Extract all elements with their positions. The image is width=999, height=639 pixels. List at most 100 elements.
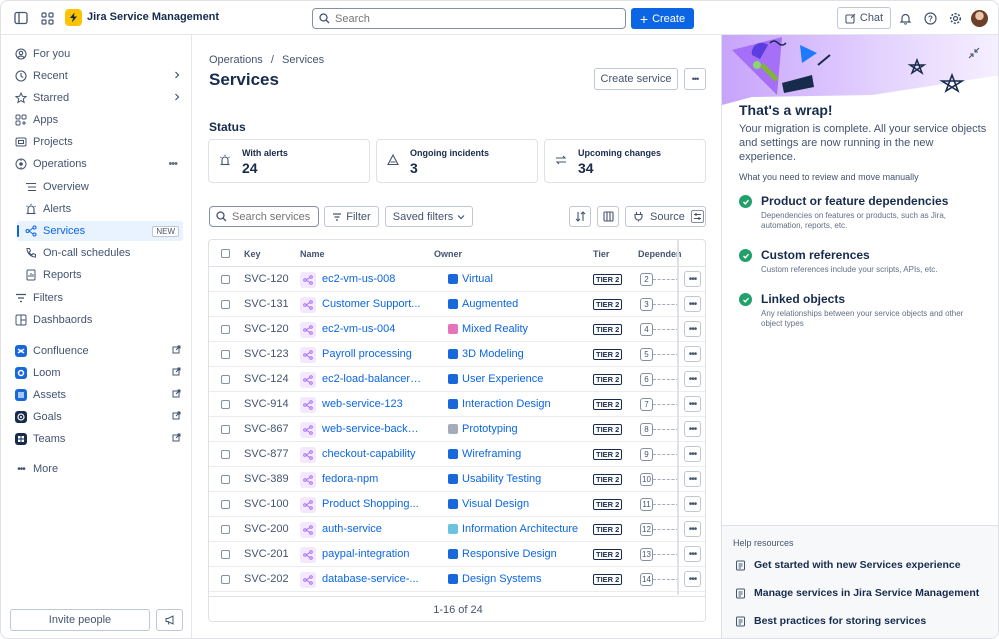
row-more-options-button[interactable]: •••: [684, 321, 701, 337]
service-name-link[interactable]: Payroll processing: [322, 348, 422, 360]
row-more-options-button[interactable]: •••: [684, 496, 701, 512]
saved-filters-dropdown[interactable]: Saved filters: [385, 206, 473, 227]
sidebar-item-services[interactable]: Services NEW: [17, 221, 183, 241]
notifications-bell-icon[interactable]: [896, 9, 914, 27]
invite-people-button[interactable]: Invite people: [10, 609, 150, 631]
service-owner[interactable]: Design Systems: [448, 573, 541, 585]
breadcrumb-operations[interactable]: Operations: [209, 54, 263, 66]
row-checkbox[interactable]: [221, 500, 230, 509]
help-link-get-started[interactable]: Get started with new Services experience: [735, 559, 961, 571]
service-name-link[interactable]: ec2-vm-us-004: [322, 323, 422, 335]
sidebar-app-loom[interactable]: Loom: [15, 363, 181, 383]
sidebar-item-operations[interactable]: Operations •••: [15, 154, 181, 174]
row-more-options-button[interactable]: •••: [684, 296, 701, 312]
row-checkbox[interactable]: [221, 475, 230, 484]
row-checkbox[interactable]: [221, 350, 230, 359]
sidebar-app-confluence[interactable]: Confluence: [15, 341, 181, 361]
sidebar-item-filters[interactable]: Filters: [15, 288, 181, 308]
sidebar-app-goals[interactable]: Goals: [15, 407, 181, 427]
table-row[interactable]: SVC-389 fedora-npm Usability Testing TIER 2…: [209, 467, 705, 492]
stat-card-incidents[interactable]: Ongoing incidents 3: [376, 139, 538, 183]
services-search-input[interactable]: [232, 210, 317, 223]
service-owner[interactable]: Interaction Design: [448, 398, 551, 410]
sidebar-item-alerts[interactable]: Alerts: [25, 199, 181, 219]
row-more-options-button[interactable]: •••: [684, 471, 701, 487]
help-icon[interactable]: ?: [921, 9, 939, 27]
table-row[interactable]: SVC-131 Customer Support... Augmented TIER …: [209, 292, 705, 317]
service-name-link[interactable]: ec2-load-balancer-...: [322, 373, 422, 385]
row-checkbox[interactable]: [221, 425, 230, 434]
filter-button[interactable]: Filter: [324, 206, 379, 227]
sidebar-item-starred[interactable]: Starred: [15, 88, 181, 108]
user-avatar[interactable]: [971, 10, 988, 27]
service-owner[interactable]: Visual Design: [448, 498, 529, 510]
table-row[interactable]: SVC-914 web-service-123 Interaction Design…: [209, 392, 705, 417]
columns-button[interactable]: [597, 206, 619, 227]
service-name-link[interactable]: Customer Support...: [322, 298, 422, 310]
row-checkbox[interactable]: [221, 375, 230, 384]
row-checkbox[interactable]: [221, 550, 230, 559]
sidebar-item-apps[interactable]: Apps: [15, 110, 181, 130]
help-link-best-practices[interactable]: Best practices for storing services: [735, 615, 926, 627]
row-checkbox[interactable]: [221, 325, 230, 334]
row-checkbox[interactable]: [221, 525, 230, 534]
service-owner[interactable]: Prototyping: [448, 423, 518, 435]
service-name-link[interactable]: auth-service: [322, 523, 422, 535]
sidebar-item-for-you[interactable]: For you: [15, 44, 181, 64]
service-owner[interactable]: Responsive Design: [448, 548, 557, 560]
row-more-options-button[interactable]: •••: [684, 346, 701, 362]
row-more-options-button[interactable]: •••: [684, 571, 701, 587]
app-switcher-icon[interactable]: [38, 9, 56, 27]
table-row[interactable]: SVC-201 paypal-integration Responsive Desi…: [209, 542, 705, 567]
table-row[interactable]: SVC-200 auth-service Information Architect…: [209, 517, 705, 542]
table-row[interactable]: SVC-867 web-service-backu... Prototyping TI…: [209, 417, 705, 442]
product-name[interactable]: Jira Service Management: [87, 11, 219, 23]
service-name-link[interactable]: web-service-123: [322, 398, 422, 410]
sidebar-item-reports[interactable]: Reports: [25, 265, 181, 285]
service-owner[interactable]: Virtual: [448, 273, 493, 285]
service-name-link[interactable]: database-service-...: [322, 573, 422, 585]
jira-service-management-logo-icon[interactable]: [65, 9, 82, 26]
create-button[interactable]: + Create: [631, 8, 694, 29]
service-owner[interactable]: Information Architecture: [448, 523, 578, 535]
global-search[interactable]: [312, 8, 626, 29]
service-owner[interactable]: Mixed Reality: [448, 323, 528, 335]
sort-button[interactable]: [569, 206, 591, 227]
sidebar-item-overview[interactable]: Overview: [25, 177, 181, 197]
column-header-owner[interactable]: Owner: [434, 249, 462, 259]
row-more-options-button[interactable]: •••: [684, 446, 701, 462]
sidebar-app-teams[interactable]: Teams: [15, 429, 181, 449]
column-header-tier[interactable]: Tier: [593, 249, 609, 259]
stat-card-alerts[interactable]: With alerts 24: [208, 139, 370, 183]
create-service-button[interactable]: Create service: [594, 68, 678, 90]
service-name-link[interactable]: fedora-npm: [322, 473, 422, 485]
table-row[interactable]: SVC-123 Payroll processing 3D Modeling TIER…: [209, 342, 705, 367]
help-link-manage-services[interactable]: Manage services in Jira Service Manageme…: [735, 587, 979, 599]
sidebar-item-dashboards[interactable]: Dashbaords: [15, 310, 181, 330]
row-checkbox[interactable]: [221, 575, 230, 584]
table-row[interactable]: SVC-877 checkout-capability Wireframing TIE…: [209, 442, 705, 467]
sidebar-item-projects[interactable]: Projects: [15, 132, 181, 152]
stat-card-changes[interactable]: Upcoming changes 34: [544, 139, 706, 183]
table-row[interactable]: SVC-120 ec2-vm-us-004 Mixed Reality TIER 2 4…: [209, 317, 705, 342]
row-more-options-button[interactable]: •••: [684, 271, 701, 287]
sidebar-item-more[interactable]: ••• More: [15, 459, 181, 479]
settings-gear-icon[interactable]: [946, 9, 964, 27]
sidebar-app-assets[interactable]: Assets: [15, 385, 181, 405]
column-header-name[interactable]: Name: [300, 249, 325, 259]
chat-button[interactable]: Chat: [837, 7, 891, 29]
table-row[interactable]: SVC-124 ec2-load-balancer-... User Experie…: [209, 367, 705, 392]
service-name-link[interactable]: paypal-integration: [322, 548, 422, 560]
search-input[interactable]: [335, 12, 615, 25]
service-owner[interactable]: Usability Testing: [448, 473, 541, 485]
service-name-link[interactable]: ec2-vm-us-008: [322, 273, 422, 285]
table-row[interactable]: SVC-100 Product Shopping... Visual Design T…: [209, 492, 705, 517]
row-checkbox[interactable]: [221, 300, 230, 309]
select-all-checkbox[interactable]: [221, 249, 230, 258]
feedback-megaphone-button[interactable]: [156, 609, 183, 631]
table-row[interactable]: SVC-202 database-service-... Design System…: [209, 567, 705, 592]
row-more-options-button[interactable]: •••: [684, 396, 701, 412]
row-checkbox[interactable]: [221, 450, 230, 459]
column-header-dependencies[interactable]: Dependen: [638, 249, 682, 259]
service-owner[interactable]: Wireframing: [448, 448, 521, 460]
